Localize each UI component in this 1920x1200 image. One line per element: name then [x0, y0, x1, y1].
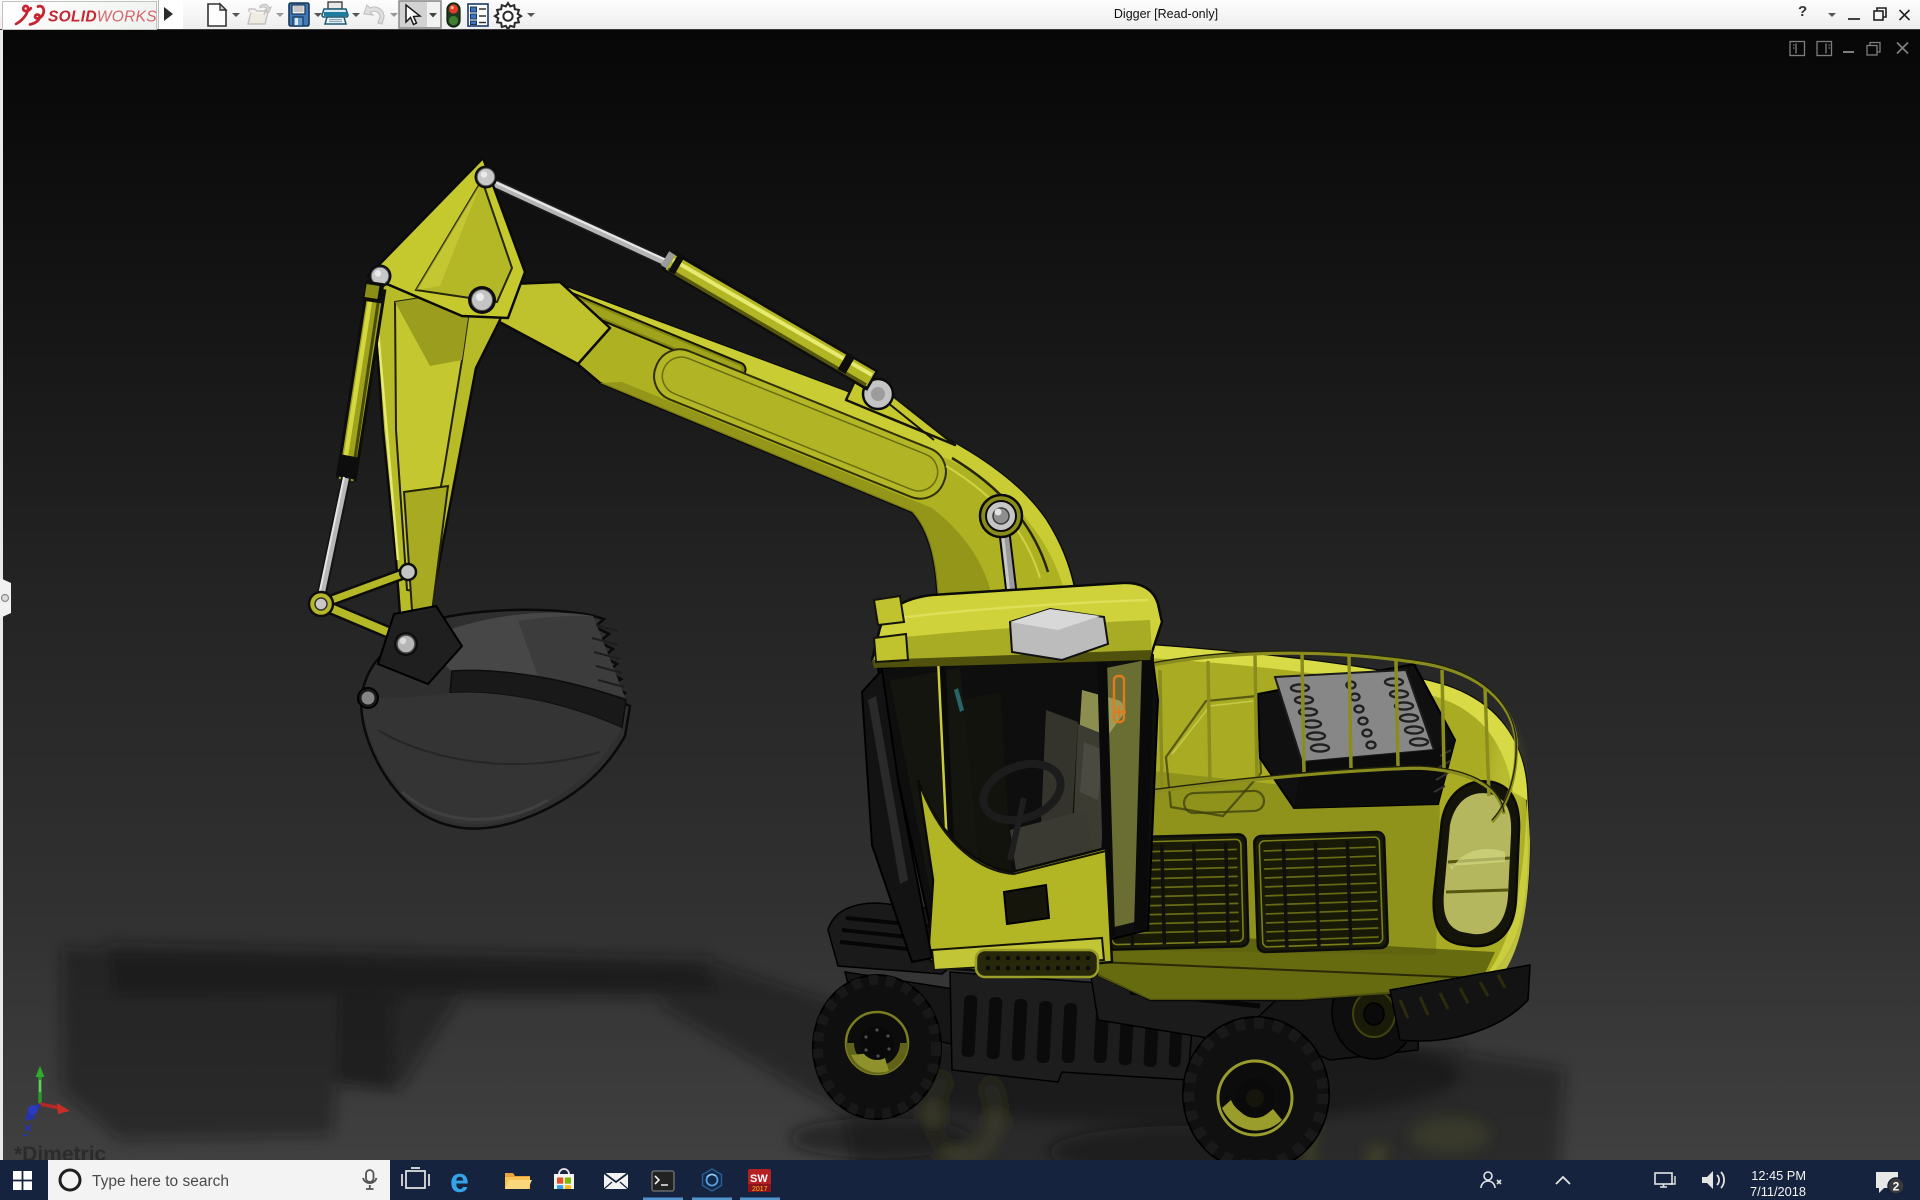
svg-text:Type here to search: Type here to search — [92, 1173, 229, 1190]
svg-text:SW: SW — [750, 1173, 768, 1185]
svg-text:7/11/2018: 7/11/2018 — [1750, 1184, 1806, 1199]
svg-text:SOLIDWORKS: SOLIDWORKS — [48, 9, 157, 26]
svg-text:2: 2 — [1893, 1180, 1900, 1194]
svg-text:2017: 2017 — [752, 1186, 768, 1193]
svg-text:12:45 PM: 12:45 PM — [1751, 1168, 1806, 1183]
svg-text:e: e — [450, 1162, 469, 1200]
